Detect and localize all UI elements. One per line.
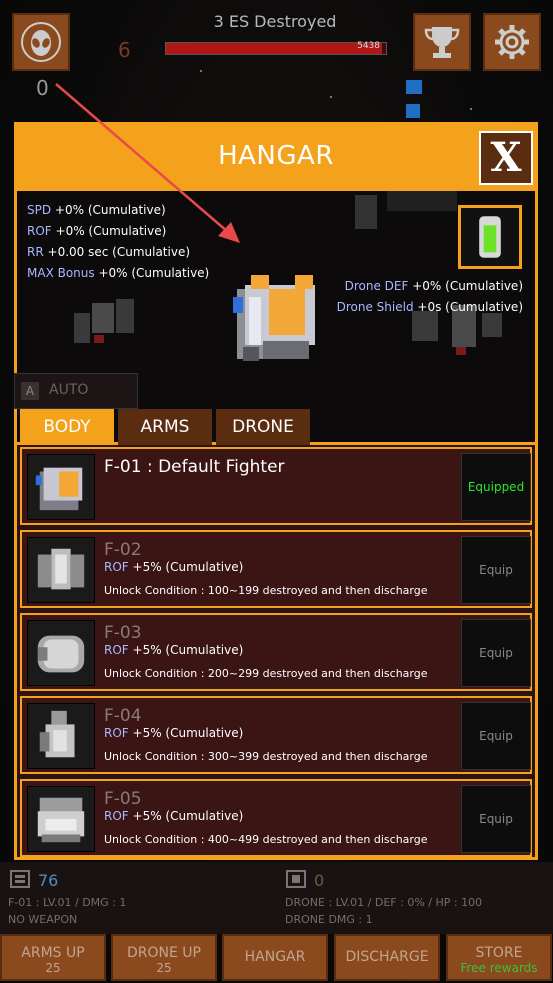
unlock-condition: Unlock Condition : 100~199 destroyed and… — [104, 584, 428, 597]
settings-button[interactable] — [483, 13, 541, 71]
stat-drone-shield: Drone Shield +0s (Cumulative) — [336, 300, 523, 314]
fighter-icon — [223, 267, 327, 367]
drone-up-button[interactable]: DRONE UP 25 — [111, 934, 217, 981]
fighter-icon — [35, 467, 83, 511]
trophy-icon — [424, 27, 460, 58]
trophy-button[interactable] — [413, 13, 471, 71]
fighter-icon — [37, 797, 85, 843]
enemy-ship-icon — [72, 295, 142, 351]
gear-icon — [495, 25, 529, 59]
stat-rof: ROF +0% (Cumulative) — [27, 224, 167, 238]
store-label: STORE — [475, 945, 523, 961]
profile-button[interactable] — [12, 13, 70, 71]
fighter-thumbnail — [27, 703, 95, 769]
fighter-name: F-01 : Default Fighter — [104, 457, 285, 477]
fighter-stat: ROF +5% (Cumulative) — [104, 809, 244, 823]
fighter-row-f04: F-04 ROF +5% (Cumulative) Unlock Conditi… — [20, 696, 532, 774]
stat-spd: SPD +0% (Cumulative) — [27, 203, 166, 217]
auto-toggle[interactable]: A AUTO — [14, 373, 138, 409]
close-icon: X — [490, 134, 522, 181]
stat-rr: RR +0.00 sec (Cumulative) — [27, 245, 191, 259]
status-bar: 76 0 F-01 : LV.01 / DMG : 1 NO WEAPON DR… — [0, 862, 553, 934]
fighter-row-f03: F-03 ROF +5% (Cumulative) Unlock Conditi… — [20, 613, 532, 691]
hangar-panel: HANGAR X SPD +0% (Cumulative) ROF +0% (C… — [14, 122, 538, 860]
stat-drone-def: Drone DEF +0% (Cumulative) — [344, 279, 523, 293]
drone-dmg-info: DRONE DMG : 1 — [285, 913, 373, 926]
alien-icon — [21, 22, 61, 62]
discharge-label: DISCHARGE — [345, 949, 429, 965]
auto-label: AUTO — [49, 382, 89, 398]
drone-chip-icon — [286, 870, 306, 888]
hp-bar: 5438 — [165, 41, 387, 55]
equip-button[interactable]: Equip — [461, 785, 531, 853]
weapon-info: NO WEAPON — [8, 913, 78, 926]
fighter-thumbnail — [27, 454, 95, 520]
hangar-header: HANGAR X — [17, 125, 535, 191]
fighter-stat: ROF +5% (Cumulative) — [104, 726, 244, 740]
fighter-name: F-05 — [104, 789, 142, 809]
drone-up-label: DRONE UP — [127, 945, 201, 961]
tab-drone[interactable]: DRONE — [216, 409, 310, 445]
fighter-thumbnail — [27, 786, 95, 852]
equip-button[interactable]: Equip — [461, 619, 531, 687]
drone-icon — [479, 216, 501, 258]
destroyed-title: 3 ES Destroyed — [213, 12, 337, 31]
fighter-icon — [37, 548, 85, 590]
fighter-stat: ROF +5% (Cumulative) — [104, 643, 244, 657]
store-free-rewards: Free rewards — [460, 961, 538, 975]
fighter-row-f01: F-01 : Default Fighter Equipped — [20, 447, 532, 525]
fighter-name: F-04 — [104, 706, 142, 726]
drone-up-cost: 25 — [156, 961, 172, 975]
fighter-icon — [39, 710, 75, 758]
equipped-button[interactable]: Equipped — [461, 453, 531, 521]
fighter-info: F-01 : LV.01 / DMG : 1 — [8, 896, 127, 909]
fighter-stat: ROF +5% (Cumulative) — [104, 560, 244, 574]
arms-up-label: ARMS UP — [21, 945, 85, 961]
hangar-button[interactable]: HANGAR — [222, 934, 328, 981]
equip-button[interactable]: Equip — [461, 702, 531, 770]
unlock-condition: Unlock Condition : 400~499 destroyed and… — [104, 833, 428, 846]
fighter-row-f02: F-02 ROF +5% (Cumulative) Unlock Conditi… — [20, 530, 532, 608]
arms-icon — [10, 870, 30, 888]
arms-count: 76 — [38, 871, 59, 890]
hangar-label: HANGAR — [244, 949, 306, 965]
fighter-row-f05: F-05 ROF +5% (Cumulative) Unlock Conditi… — [20, 779, 532, 857]
discharge-button[interactable]: DISCHARGE — [334, 934, 440, 981]
tab-body[interactable]: BODY — [20, 409, 114, 445]
fighter-name: F-02 — [104, 540, 142, 560]
arms-up-button[interactable]: ARMS UP 25 — [0, 934, 106, 981]
store-button[interactable]: STORE Free rewards — [446, 934, 552, 981]
kill-count: 0 — [36, 76, 49, 100]
equip-button[interactable]: Equip — [461, 536, 531, 604]
drone-slot[interactable] — [458, 205, 522, 269]
fighter-icon — [37, 635, 85, 673]
level-number: 6 — [118, 38, 131, 62]
drone-info: DRONE : LV.01 / DEF : 0% / HP : 100 — [285, 896, 483, 909]
hp-bar-fill — [166, 43, 382, 54]
stat-max-bonus: MAX Bonus +0% (Cumulative) — [27, 266, 210, 280]
unlock-condition: Unlock Condition : 200~299 destroyed and… — [104, 667, 428, 680]
hangar-title: HANGAR — [218, 141, 334, 171]
drone-count: 0 — [314, 871, 325, 890]
fighter-thumbnail — [27, 537, 95, 603]
arms-up-cost: 25 — [45, 961, 61, 975]
close-button[interactable]: X — [479, 131, 533, 185]
tab-arms[interactable]: ARMS — [118, 409, 212, 445]
fighter-name: F-03 — [104, 623, 142, 643]
unlock-condition: Unlock Condition : 300~399 destroyed and… — [104, 750, 428, 763]
hp-text: 5438 — [357, 41, 380, 51]
auto-badge: A — [21, 382, 39, 400]
fighter-thumbnail — [27, 620, 95, 686]
